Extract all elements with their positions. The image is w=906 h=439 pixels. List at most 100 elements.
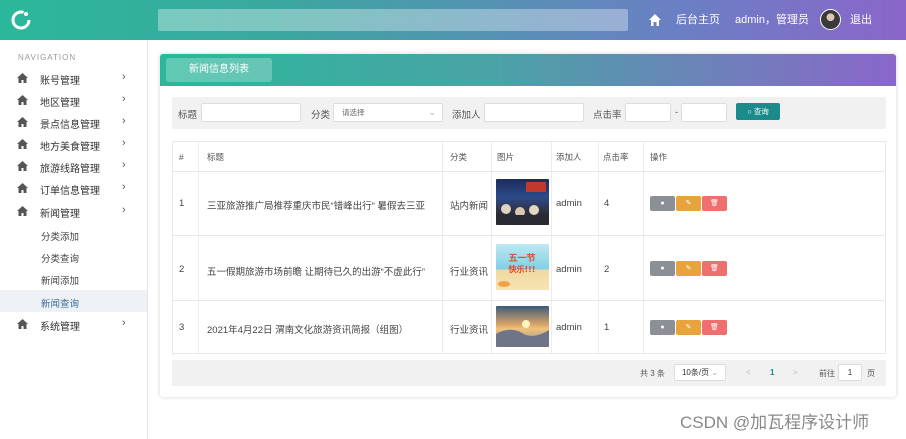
row-title[interactable]: 2021年4月22日 渭南文化旅游资讯简报（组图） bbox=[207, 322, 408, 336]
sidebar-item-label: 订单信息管理 bbox=[40, 186, 100, 197]
row-category: 行业资讯 bbox=[450, 267, 489, 278]
watermark: CSDN @加瓦程序设计师 bbox=[680, 413, 870, 432]
svg-text:快乐!!!: 快乐!!! bbox=[509, 264, 536, 274]
sidebar-subitem-label: 分类查询 bbox=[41, 254, 80, 265]
col-header-clicks: 点击率 bbox=[603, 152, 629, 162]
info-icon: ● bbox=[660, 200, 665, 207]
sidebar-item-routes[interactable]: 旅游线路管理 › bbox=[0, 155, 147, 177]
chevron-down-icon: ⌄ bbox=[711, 368, 719, 377]
row-title[interactable]: 三亚旅游推广局推荐重庆市民“错峰出行” 暑假去三亚 bbox=[207, 198, 425, 212]
filter-bar: 标题 分类 请选择 ⌄ 添加人 点击率 - ○ 查询 bbox=[172, 97, 886, 129]
sidebar-item-orders[interactable]: 订单信息管理 › bbox=[0, 177, 147, 199]
view-button[interactable]: ● bbox=[650, 261, 675, 276]
sidebar-item-food[interactable]: 地方美食管理 › bbox=[0, 133, 147, 155]
search-button[interactable]: ○ 查询 bbox=[736, 103, 780, 120]
edit-button[interactable]: ✎ bbox=[676, 320, 701, 335]
sidebar-item-label: 账号管理 bbox=[40, 76, 80, 87]
home-link[interactable]: 后台主页 bbox=[676, 13, 720, 27]
delete-button[interactable]: 🗑 bbox=[702, 196, 727, 211]
sidebar-subitem-news-query[interactable]: 新闻查询 bbox=[0, 290, 147, 312]
chevron-right-icon: › bbox=[122, 159, 126, 171]
edit-icon: ✎ bbox=[685, 200, 692, 207]
page-suffix: 页 bbox=[867, 369, 875, 378]
view-button[interactable]: ● bbox=[650, 320, 675, 335]
table-row[interactable]: 3 2021年4月22日 渭南文化旅游资讯简报（组图） 行业资讯 admin 1… bbox=[173, 300, 885, 353]
news-table: # 标题 分类 图片 添加人 点击率 操作 1 三亚旅游推广局推荐重庆市民“错峰… bbox=[172, 141, 886, 354]
home-icon bbox=[17, 319, 28, 329]
sidebar-item-label: 旅游线路管理 bbox=[40, 164, 100, 175]
app-logo-icon[interactable] bbox=[10, 9, 32, 31]
info-icon: ● bbox=[660, 265, 665, 272]
sidebar-item-attractions[interactable]: 景点信息管理 › bbox=[0, 111, 147, 133]
news-thumbnail[interactable]: 五一节 快乐!!! bbox=[496, 244, 549, 290]
trash-icon: 🗑 bbox=[710, 324, 719, 331]
table-row[interactable]: 1 三亚旅游推广局推荐重庆市民“错峰出行” 暑假去三亚 站内新闻 admin 4… bbox=[173, 171, 885, 235]
col-header-title: 标题 bbox=[207, 152, 225, 162]
news-thumbnail[interactable] bbox=[496, 306, 549, 347]
edit-button[interactable]: ✎ bbox=[676, 261, 701, 276]
home-icon[interactable] bbox=[648, 13, 662, 27]
svg-text:五一节: 五一节 bbox=[508, 252, 535, 264]
chevron-right-icon: › bbox=[122, 137, 126, 149]
edit-icon: ✎ bbox=[685, 265, 692, 272]
view-button[interactable]: ● bbox=[650, 196, 675, 211]
trash-icon: 🗑 bbox=[710, 265, 719, 272]
chevron-right-icon: › bbox=[122, 317, 126, 329]
sidebar-item-label: 地方美食管理 bbox=[40, 142, 100, 153]
sidebar-subitem-news-add[interactable]: 新闻添加 bbox=[0, 267, 147, 289]
col-header-category: 分类 bbox=[450, 152, 468, 162]
delete-button[interactable]: 🗑 bbox=[702, 261, 727, 276]
next-page-button[interactable]: > bbox=[793, 368, 798, 377]
logout-link[interactable]: 退出 bbox=[850, 13, 872, 27]
title-filter-input[interactable] bbox=[201, 103, 301, 122]
category-select[interactable]: 请选择 ⌄ bbox=[333, 103, 443, 122]
row-category: 站内新闻 bbox=[450, 201, 489, 212]
col-header-adder: 添加人 bbox=[556, 152, 582, 162]
row-index: 3 bbox=[179, 322, 185, 333]
col-header-image: 图片 bbox=[497, 152, 515, 162]
sidebar-subitem-category-add[interactable]: 分类添加 bbox=[0, 223, 147, 245]
avatar[interactable] bbox=[820, 9, 841, 30]
title-filter-label: 标题 bbox=[178, 110, 198, 121]
row-title[interactable]: 五一假期旅游市场前瞻 让期待已久的出游“不虚此行” bbox=[207, 264, 425, 278]
page-number-current[interactable]: 1 bbox=[770, 368, 774, 377]
home-icon bbox=[17, 161, 28, 171]
row-clicks: 1 bbox=[604, 322, 610, 333]
sidebar-item-label: 景点信息管理 bbox=[40, 120, 100, 131]
sidebar-subitem-category-query[interactable]: 分类查询 bbox=[0, 245, 147, 267]
row-clicks: 2 bbox=[604, 264, 610, 275]
prev-page-button[interactable]: < bbox=[746, 368, 751, 377]
category-filter-label: 分类 bbox=[311, 110, 331, 121]
delete-button[interactable]: 🗑 bbox=[702, 320, 727, 335]
pagination: 共 3 条 10条/页 ⌄ < 1 > 前往 1 页 bbox=[172, 360, 886, 386]
trash-icon: 🗑 bbox=[710, 200, 719, 207]
row-index: 2 bbox=[179, 264, 185, 275]
clicks-min-input[interactable] bbox=[625, 103, 671, 122]
edit-button[interactable]: ✎ bbox=[676, 196, 701, 211]
clicks-max-input[interactable] bbox=[681, 103, 727, 122]
adder-filter-input[interactable] bbox=[484, 103, 584, 122]
page-size-select[interactable]: 10条/页 ⌄ bbox=[674, 364, 726, 381]
news-thumbnail[interactable] bbox=[496, 179, 549, 225]
table-row[interactable]: 2 五一假期旅游市场前瞻 让期待已久的出游“不虚此行” 行业资讯 五一节 快乐!… bbox=[173, 235, 885, 300]
row-adder: admin bbox=[556, 264, 582, 275]
chevron-right-icon: › bbox=[122, 181, 126, 193]
search-icon: ○ bbox=[747, 107, 752, 116]
sidebar-subitem-label: 分类添加 bbox=[41, 232, 80, 243]
pagination-total: 共 3 条 bbox=[640, 369, 665, 378]
goto-page-input[interactable]: 1 bbox=[838, 364, 862, 381]
chevron-right-icon: › bbox=[122, 93, 126, 105]
sidebar-item-system[interactable]: 系统管理 › bbox=[0, 313, 147, 335]
edit-icon: ✎ bbox=[685, 324, 692, 331]
sidebar-item-region[interactable]: 地区管理 › bbox=[0, 89, 147, 111]
home-icon bbox=[17, 183, 28, 193]
home-icon bbox=[17, 73, 28, 83]
tab-news-list[interactable]: 新闻信息列表 bbox=[166, 58, 272, 82]
sidebar-item-news[interactable]: 新闻管理 › bbox=[0, 200, 147, 222]
sidebar-subitem-label: 新闻查询 bbox=[41, 299, 80, 310]
col-header-actions: 操作 bbox=[650, 152, 668, 162]
header-search-bar[interactable] bbox=[158, 9, 628, 31]
sidebar-item-account[interactable]: 账号管理 › bbox=[0, 67, 147, 89]
chevron-right-icon: › bbox=[122, 204, 126, 216]
clicks-filter-label: 点击率 bbox=[593, 110, 622, 121]
